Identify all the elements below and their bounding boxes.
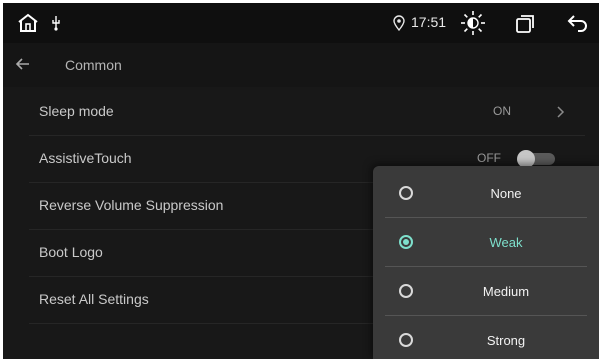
- return-icon[interactable]: [567, 14, 589, 34]
- radio-button[interactable]: [399, 186, 413, 200]
- option-medium[interactable]: Medium: [373, 268, 599, 316]
- option-label: Strong: [486, 333, 526, 348]
- setting-label: AssistiveTouch: [39, 150, 132, 166]
- setting-value: OFF: [477, 151, 501, 165]
- clock: 17:51: [411, 14, 447, 30]
- page-title: Common: [65, 57, 122, 73]
- screen: 17:51 Common Sleep mode ON AssistiveTouc…: [3, 3, 599, 359]
- setting-value: ON: [493, 104, 511, 118]
- option-label: Weak: [489, 235, 523, 250]
- divider: [385, 315, 587, 316]
- radio-button-selected[interactable]: [399, 235, 413, 249]
- option-label: Medium: [482, 284, 530, 299]
- setting-label: Reset All Settings: [39, 291, 149, 307]
- option-strong[interactable]: Strong: [373, 317, 599, 359]
- recent-apps-icon[interactable]: [515, 14, 535, 34]
- setting-label: Sleep mode: [39, 103, 114, 119]
- option-label: None: [490, 186, 522, 201]
- suppression-level-popup: None Weak Medium Strong: [373, 166, 599, 359]
- title-bar: Common: [3, 43, 599, 87]
- brightness-icon[interactable]: [460, 10, 486, 36]
- option-none[interactable]: None: [373, 170, 599, 218]
- usb-icon: [51, 15, 61, 31]
- setting-label: Boot Logo: [39, 244, 103, 260]
- location-icon: [393, 15, 405, 31]
- divider: [385, 217, 587, 218]
- option-weak[interactable]: Weak: [373, 219, 599, 267]
- setting-label: Reverse Volume Suppression: [39, 197, 224, 213]
- home-icon[interactable]: [17, 13, 39, 33]
- radio-button[interactable]: [399, 333, 413, 347]
- assistive-touch-toggle[interactable]: [517, 150, 555, 168]
- status-bar: 17:51: [3, 3, 599, 43]
- divider: [385, 266, 587, 267]
- radio-button[interactable]: [399, 284, 413, 298]
- setting-row-sleep-mode[interactable]: Sleep mode ON: [29, 89, 585, 136]
- chevron-right-icon: [557, 105, 565, 123]
- back-arrow-icon[interactable]: [15, 56, 31, 77]
